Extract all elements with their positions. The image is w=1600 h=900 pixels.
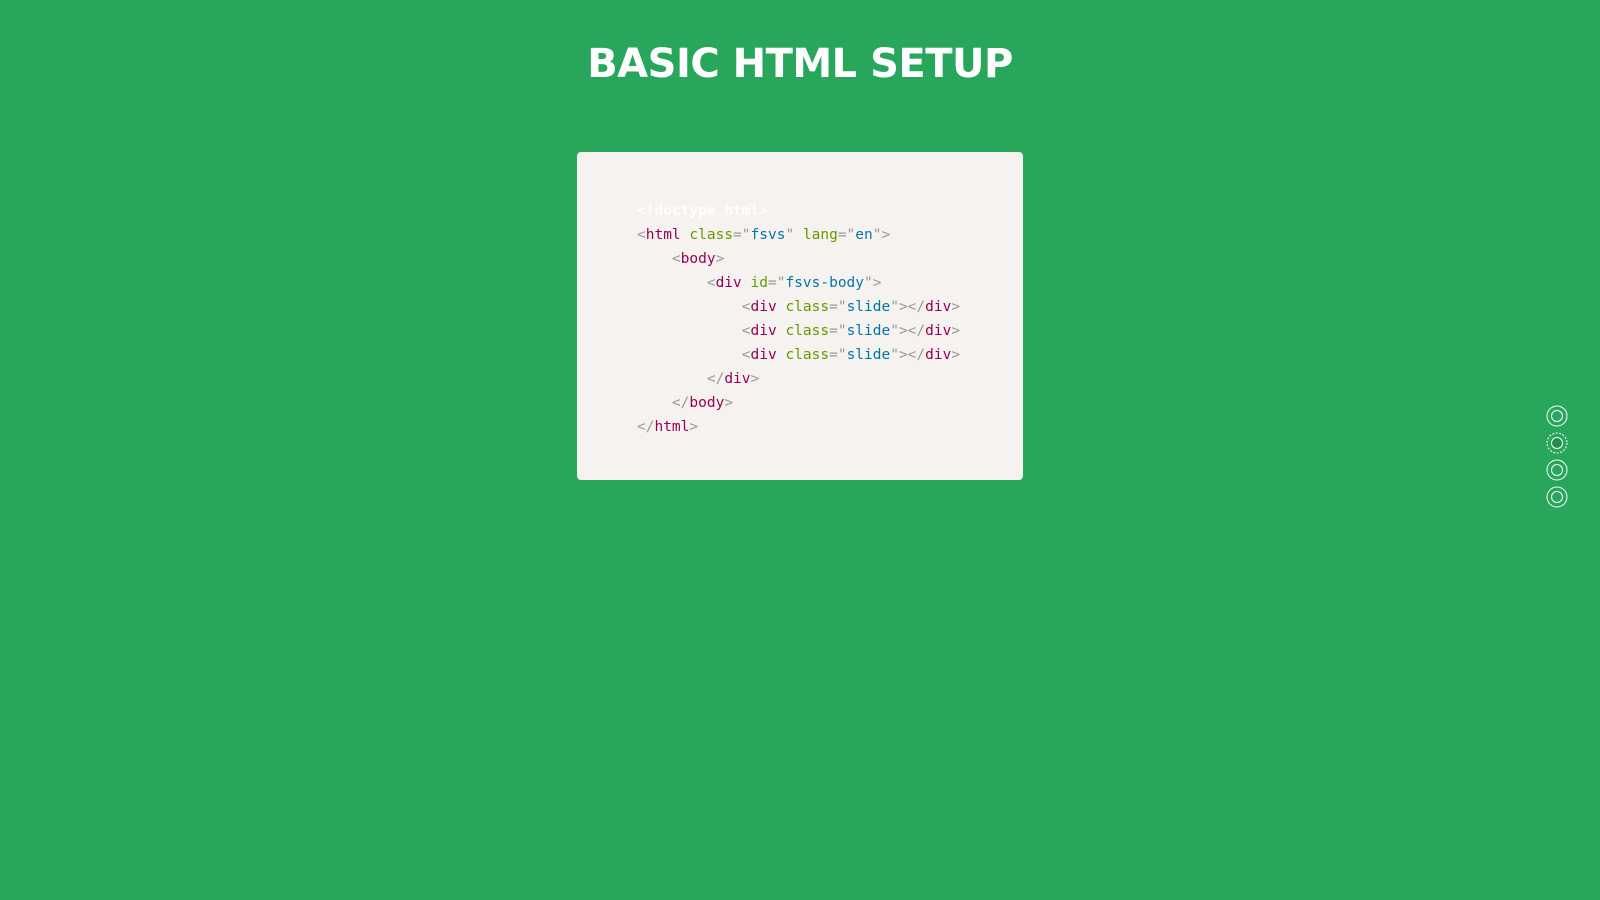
- code-punctuation: =": [829, 347, 847, 363]
- slide-dot-3[interactable]: [1546, 459, 1568, 481]
- code-block: <!doctype html> <html class="fsvs" lang="…: [637, 199, 1023, 439]
- code-card: <!doctype html> <html class="fsvs" lang="…: [577, 152, 1023, 480]
- code-line: <div id="fsvs-body">: [637, 271, 1023, 295]
- code-tag-name: body: [680, 251, 716, 267]
- code-tag-name: div: [750, 323, 777, 339]
- code-doctype: <!doctype html>: [637, 203, 768, 219]
- code-punctuation: =": [829, 299, 847, 315]
- slide-title: BASIC HTML SETUP: [587, 41, 1013, 87]
- code-punctuation: >: [951, 323, 961, 339]
- code-attribute-name: lang: [802, 227, 838, 243]
- code-attribute-name: class: [785, 299, 830, 315]
- code-punctuation: "></: [890, 299, 926, 315]
- code-tag-name: div: [750, 347, 777, 363]
- code-punctuation: <: [637, 227, 646, 243]
- code-punctuation: >: [951, 347, 961, 363]
- code-attribute-name: class: [689, 227, 734, 243]
- circle-dot-icon: [1546, 405, 1568, 427]
- code-punctuation: <: [741, 347, 751, 363]
- code-punctuation: >: [715, 251, 725, 267]
- code-tag-name: div: [750, 299, 777, 315]
- code-line: <!doctype html>: [637, 199, 1023, 223]
- code-punctuation: <: [741, 299, 751, 315]
- circle-dot-icon: [1546, 432, 1568, 454]
- slide-dot-4[interactable]: [1546, 486, 1568, 508]
- code-punctuation: ">: [872, 227, 891, 243]
- code-line: </body>: [637, 391, 1023, 415]
- code-attribute-value: slide: [846, 347, 891, 363]
- slide-dot-1[interactable]: [1546, 405, 1568, 427]
- code-punctuation: >: [724, 395, 734, 411]
- code-tag-name: div: [925, 323, 952, 339]
- code-punctuation: =": [767, 275, 786, 291]
- code-line: </div>: [637, 367, 1023, 391]
- code-attribute-value: fsvs: [750, 227, 786, 243]
- code-punctuation: <: [741, 323, 751, 339]
- code-attribute-name: id: [750, 275, 768, 291]
- code-punctuation: <: [671, 251, 681, 267]
- code-punctuation: </: [671, 395, 690, 411]
- code-line: <div class="slide"></div>: [637, 295, 1023, 319]
- code-tag-name: html: [645, 227, 681, 243]
- code-line: </html>: [637, 415, 1023, 439]
- code-tag-name: div: [925, 347, 952, 363]
- code-punctuation: "></: [890, 323, 926, 339]
- code-tag-name: div: [925, 299, 952, 315]
- code-tag-name: body: [689, 395, 725, 411]
- code-tag-name: div: [715, 275, 742, 291]
- code-punctuation: </: [706, 371, 725, 387]
- code-punctuation: ": [785, 227, 795, 243]
- code-attribute-name: class: [785, 323, 830, 339]
- code-punctuation: >: [750, 371, 760, 387]
- code-tag-name: html: [654, 419, 690, 435]
- code-attribute-value: fsvs-body: [785, 275, 865, 291]
- code-punctuation: >: [951, 299, 961, 315]
- code-punctuation: </: [637, 419, 655, 435]
- code-punctuation: "></: [890, 347, 926, 363]
- code-attribute-value: en: [855, 227, 873, 243]
- code-punctuation: =": [829, 323, 847, 339]
- code-line: <html class="fsvs" lang="en">: [637, 223, 1023, 247]
- slide-dot-2[interactable]: [1546, 432, 1568, 454]
- code-punctuation: <: [706, 275, 716, 291]
- slide: BASIC HTML SETUP <!doctype html> <html cl…: [0, 0, 1600, 900]
- code-punctuation: >: [689, 419, 699, 435]
- code-attribute-value: slide: [846, 299, 891, 315]
- code-tag-name: div: [724, 371, 751, 387]
- code-punctuation: =": [733, 227, 751, 243]
- code-line: <div class="slide"></div>: [637, 319, 1023, 343]
- code-punctuation: =": [837, 227, 856, 243]
- code-line: <div class="slide"></div>: [637, 343, 1023, 367]
- code-punctuation: ">: [864, 275, 882, 291]
- code-line: <body>: [637, 247, 1023, 271]
- circle-dot-icon: [1546, 486, 1568, 508]
- code-attribute-value: slide: [846, 323, 891, 339]
- code-attribute-name: class: [785, 347, 830, 363]
- circle-dot-icon: [1546, 459, 1568, 481]
- slide-pagination: [1546, 405, 1570, 513]
